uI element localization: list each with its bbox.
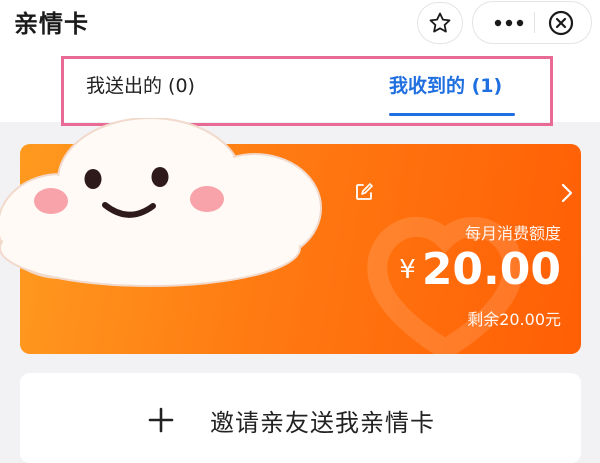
monthly-limit-label: 每月消费额度 xyxy=(464,224,561,243)
remaining-balance: 剩余20.00元 xyxy=(467,310,561,329)
invite-label: 邀请亲友送我亲情卡 xyxy=(210,409,435,437)
close-icon xyxy=(548,10,574,35)
chevron-right-icon[interactable] xyxy=(560,183,574,203)
plus-icon xyxy=(148,407,174,433)
capsule-divider xyxy=(534,12,535,33)
more-button[interactable] xyxy=(487,2,531,43)
currency-symbol: ¥ xyxy=(399,255,416,285)
tab-highlight-annotation xyxy=(61,56,553,126)
close-button[interactable] xyxy=(539,2,583,43)
monthly-limit-amount: ¥20.00 xyxy=(399,244,561,295)
favorite-button[interactable] xyxy=(417,2,463,44)
page-title: 亲情卡 xyxy=(14,10,89,38)
cloud-sticker xyxy=(0,118,322,287)
amount-value: 20.00 xyxy=(421,244,561,295)
mini-program-capsule xyxy=(472,1,592,44)
star-icon xyxy=(429,12,451,33)
more-icon xyxy=(494,19,524,26)
edit-icon[interactable] xyxy=(354,182,374,202)
